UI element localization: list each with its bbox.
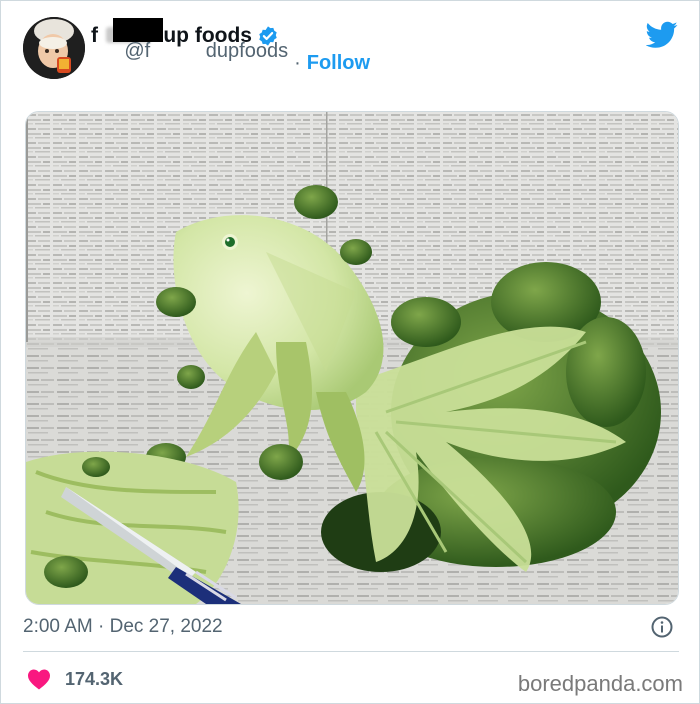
watermark: boredpanda.com (517, 671, 683, 696)
info-icon[interactable] (650, 615, 674, 639)
avatar-image (23, 17, 85, 79)
handle[interactable]: @f dupfoods (91, 17, 288, 109)
handle-redaction (113, 18, 163, 42)
separator-dot: · (294, 51, 301, 74)
broccoli-fish-photo (26, 112, 678, 604)
handle-text: @f dupfoods (124, 40, 289, 62)
divider (23, 651, 679, 652)
like-action[interactable]: 174.3K (27, 665, 123, 693)
tweet-card: f d up foods @f dupfoods · Follow 2:00 A… (0, 0, 700, 704)
tweet-photo[interactable] (25, 111, 679, 605)
like-count: 174.3K (65, 668, 124, 689)
follow-button[interactable]: Follow (307, 52, 370, 75)
handle-row: @f dupfoods · Follow (91, 18, 370, 76)
avatar[interactable] (23, 17, 85, 79)
heart-icon[interactable] (27, 668, 51, 690)
tweet-timestamp[interactable]: 2:00 AM · Dec 27, 2022 (23, 613, 223, 641)
twitter-bird-icon[interactable] (646, 21, 678, 49)
